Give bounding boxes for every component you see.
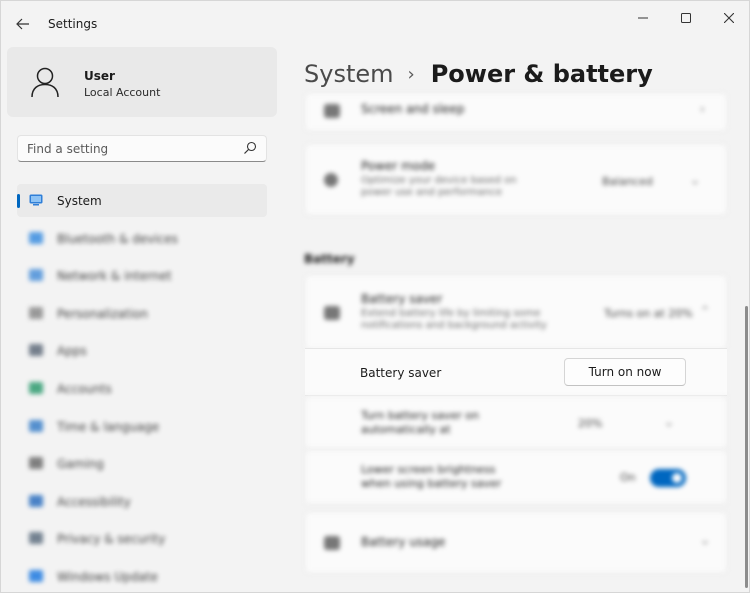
battery-saver-label: Battery saver — [360, 366, 442, 380]
toggle-knob — [672, 473, 682, 483]
auto-battery-saver-label: Turn battery saver on automatically at — [361, 409, 479, 436]
sidebar-nav: System Bluetooth & devices Network & int… — [17, 184, 267, 592]
search-icon[interactable] — [243, 141, 257, 155]
sidebar-item-gaming[interactable]: Gaming — [17, 447, 267, 480]
sidebar-item-system[interactable]: System — [17, 184, 267, 217]
card-description: Optimize your device based on power use … — [361, 175, 517, 198]
sidebar-item-bluetooth[interactable]: Bluetooth & devices — [17, 222, 267, 255]
gamepad-icon — [29, 457, 43, 470]
battery-usage-card[interactable]: Battery usage ⌄ — [305, 512, 727, 573]
clock-globe-icon — [29, 419, 43, 432]
account-type: Local Account — [84, 86, 161, 99]
chevron-right-icon: › — [700, 102, 705, 116]
card-title: Power mode — [361, 159, 436, 173]
sidebar-item-privacy[interactable]: Privacy & security — [17, 522, 267, 555]
sidebar-item-label: Gaming — [57, 457, 104, 472]
brush-icon — [29, 306, 43, 319]
chevron-down-icon: ⌄ — [700, 533, 711, 547]
maximize-button[interactable] — [669, 5, 703, 31]
minimize-icon — [638, 17, 648, 19]
back-button[interactable] — [11, 12, 35, 36]
sidebar-item-time-language[interactable]: Time & language — [17, 410, 267, 443]
close-icon — [724, 13, 734, 23]
maximize-icon — [681, 13, 691, 23]
power-mode-dropdown[interactable]: Balanced — [602, 175, 653, 188]
apps-icon — [29, 344, 43, 357]
search-input[interactable]: Find a setting — [27, 142, 108, 156]
sidebar-item-label: Accessibility — [57, 494, 131, 509]
sidebar-item-label: Accounts — [57, 381, 112, 396]
arrow-left-icon — [16, 18, 29, 30]
auto-battery-saver-row: Turn battery saver on automatically at 2… — [305, 396, 727, 449]
settings-window: Settings User Local Account Find a setti… — [0, 0, 750, 593]
scrollbar-thumb[interactable] — [745, 306, 748, 588]
close-button[interactable] — [712, 5, 746, 31]
avatar — [24, 61, 66, 103]
monitor-sleep-icon — [324, 104, 340, 118]
toggle-state-label: On — [620, 471, 636, 484]
card-description: Extend battery life by limiting some not… — [361, 308, 547, 331]
card-title: Battery usage — [361, 535, 446, 549]
section-label-battery: Battery — [304, 252, 355, 266]
breadcrumb: System › Power & battery — [304, 56, 653, 92]
title-bar: Settings — [1, 1, 749, 47]
sidebar-item-windows-update[interactable]: Windows Update — [17, 560, 267, 592]
sidebar-item-label: Personalization — [57, 306, 148, 321]
accessibility-icon — [29, 494, 43, 507]
person-icon — [29, 381, 43, 394]
sidebar-item-apps[interactable]: Apps — [17, 334, 267, 367]
battery-usage-icon — [324, 536, 340, 550]
sidebar-item-accessibility[interactable]: Accessibility — [17, 485, 267, 518]
user-profile-card[interactable]: User Local Account — [7, 47, 277, 117]
chevron-right-icon: › — [407, 63, 415, 85]
shield-icon — [29, 532, 43, 545]
threshold-dropdown[interactable]: 20% — [578, 417, 602, 430]
wifi-icon — [29, 269, 43, 282]
sidebar-item-network[interactable]: Network & internet — [17, 259, 267, 292]
sidebar-item-label: Apps — [57, 344, 87, 359]
card-title: Battery saver — [361, 292, 443, 306]
turn-on-now-button[interactable]: Turn on now — [564, 358, 686, 386]
chevron-up-icon: ⌃ — [700, 304, 711, 318]
sidebar-item-accounts[interactable]: Accounts — [17, 372, 267, 405]
sidebar-item-personalization[interactable]: Personalization — [17, 297, 267, 330]
screen-sleep-card[interactable]: Screen and sleep › — [305, 93, 727, 131]
sidebar-item-label: Bluetooth & devices — [57, 231, 178, 246]
breadcrumb-parent[interactable]: System — [304, 60, 394, 88]
lower-brightness-toggle[interactable] — [650, 469, 686, 487]
battery-saver-icon — [324, 306, 340, 320]
search-box[interactable]: Find a setting — [17, 135, 267, 162]
power-mode-icon — [324, 173, 338, 187]
sidebar-item-label: Network & internet — [57, 269, 172, 284]
sidebar-item-label: System — [57, 194, 102, 208]
app-title: Settings — [48, 17, 98, 31]
monitor-icon — [29, 194, 43, 206]
card-title: Screen and sleep — [361, 102, 465, 116]
sidebar-item-label: Privacy & security — [57, 532, 166, 547]
sidebar-item-label: Time & language — [57, 419, 160, 434]
user-name: User — [84, 69, 115, 83]
lower-brightness-row: Lower screen brightness when using batte… — [305, 450, 727, 504]
power-mode-card: Power mode Optimize your device based on… — [305, 144, 727, 215]
battery-saver-card[interactable]: Battery saver Extend battery life by lim… — [305, 275, 727, 349]
person-icon — [31, 67, 59, 98]
battery-saver-status: Turns on at 20% — [604, 307, 693, 320]
lower-brightness-label: Lower screen brightness when using batte… — [361, 463, 502, 490]
chevron-down-icon: ⌄ — [690, 173, 701, 187]
update-icon — [29, 569, 43, 582]
minimize-button[interactable] — [626, 5, 660, 31]
chevron-down-icon: ⌄ — [664, 415, 675, 429]
selection-indicator — [17, 194, 20, 208]
sidebar-item-label: Windows Update — [57, 569, 158, 584]
battery-saver-row: Battery saver Turn on now — [305, 348, 727, 396]
bluetooth-icon — [29, 231, 43, 244]
page-title: Power & battery — [430, 60, 653, 88]
